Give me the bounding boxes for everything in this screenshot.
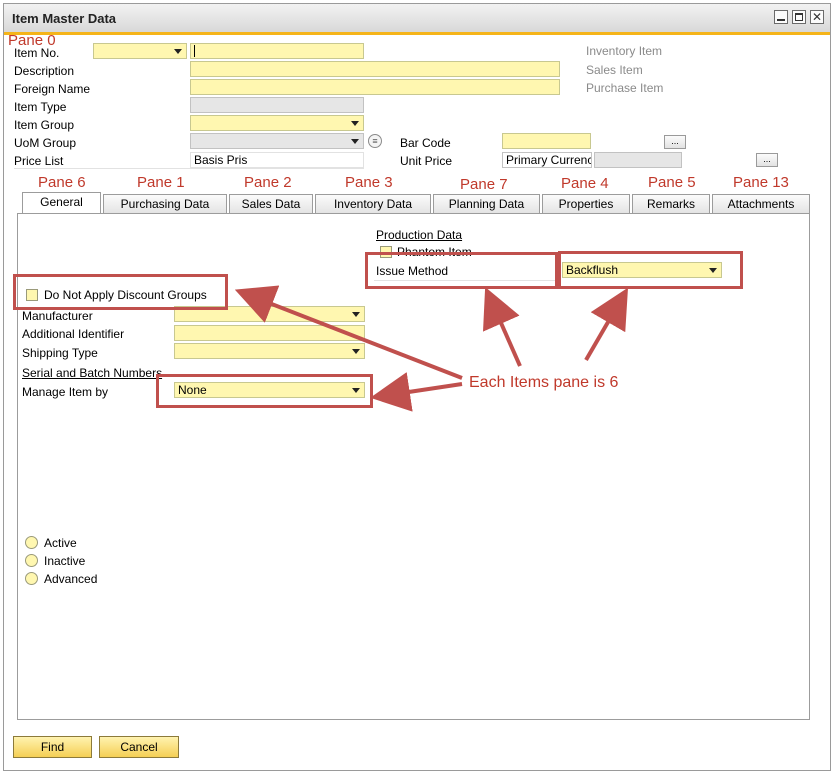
tab-purchasing-data[interactable]: Purchasing Data xyxy=(103,194,227,213)
additional-identifier-input[interactable] xyxy=(174,325,365,341)
tab-purchasing-pane-label: Pane 1 xyxy=(137,174,185,191)
price-list-label: Price List xyxy=(14,154,64,168)
unit-price-input[interactable] xyxy=(594,152,682,168)
foreign-name-label: Foreign Name xyxy=(14,82,91,96)
status-inactive-label: Inactive xyxy=(44,554,86,568)
status-advanced-label: Advanced xyxy=(44,572,98,586)
bar-code-input[interactable] xyxy=(502,133,591,149)
close-icon[interactable]: ✕ xyxy=(810,10,824,24)
uom-group-details-icon[interactable]: ≡ xyxy=(368,134,382,148)
find-button[interactable]: Find xyxy=(13,736,92,758)
tab-remarks[interactable]: Remarks xyxy=(632,194,710,213)
uom-group-dropdown[interactable] xyxy=(190,133,364,149)
status-active-radio[interactable] xyxy=(25,536,38,549)
annotation-box-manage-item xyxy=(156,374,373,408)
inventory-item-label: Inventory Item xyxy=(586,44,663,58)
foreign-name-input[interactable] xyxy=(190,79,560,95)
bar-code-browse-button[interactable]: ... xyxy=(664,135,686,149)
purchase-item-label: Purchase Item xyxy=(586,81,664,95)
serial-batch-label: Serial and Batch Numbers xyxy=(22,366,163,380)
sales-item-label: Sales Item xyxy=(586,63,643,77)
unit-price-currency-field[interactable]: Primary Currenc xyxy=(502,152,592,168)
item-no-input[interactable] xyxy=(190,43,364,59)
unit-price-browse-button[interactable]: ... xyxy=(756,153,778,167)
title-bar[interactable]: Item Master Data ✕ xyxy=(4,4,830,35)
annotation-box-discount xyxy=(13,274,228,310)
description-label: Description xyxy=(14,64,75,78)
shipping-type-dropdown[interactable] xyxy=(174,343,365,359)
tab-properties[interactable]: Properties xyxy=(542,194,630,213)
window-title: Item Master Data xyxy=(12,11,117,26)
additional-identifier-label: Additional Identifier xyxy=(22,327,125,341)
annotation-box-issue-method-label xyxy=(365,252,558,289)
status-inactive-radio[interactable] xyxy=(25,554,38,567)
price-list-value: Basis Pris xyxy=(194,153,248,167)
annotation-text: Each Items pane is 6 xyxy=(469,374,619,391)
tab-general-pane-label: Pane 6 xyxy=(38,174,86,191)
item-no-label: Item No. xyxy=(14,46,60,60)
price-list-field[interactable]: Basis Pris xyxy=(190,152,364,168)
status-active-label: Active xyxy=(44,536,77,550)
annotation-box-issue-method-dropdown xyxy=(558,251,743,289)
uom-group-label: UoM Group xyxy=(14,136,77,150)
item-type-label: Item Type xyxy=(14,100,67,114)
production-data-label: Production Data xyxy=(376,228,463,242)
item-no-series-dropdown[interactable] xyxy=(93,43,187,59)
text-cursor xyxy=(194,45,195,57)
tab-sales-data[interactable]: Sales Data xyxy=(229,194,313,213)
tab-remarks-pane-label: Pane 5 xyxy=(648,174,696,191)
maximize-icon[interactable] xyxy=(792,10,806,24)
shipping-type-label: Shipping Type xyxy=(22,346,98,360)
unit-price-label: Unit Price xyxy=(400,154,453,168)
tab-attachments-pane-label: Pane 13 xyxy=(733,174,789,191)
tab-planning-data[interactable]: Planning Data xyxy=(433,194,540,213)
item-type-field xyxy=(190,97,364,113)
tab-properties-pane-label: Pane 4 xyxy=(561,175,609,192)
tab-attachments[interactable]: Attachments xyxy=(712,194,810,213)
bar-code-label: Bar Code xyxy=(400,136,451,150)
manufacturer-label: Manufacturer xyxy=(22,309,93,323)
tab-inventory-pane-label: Pane 3 xyxy=(345,174,393,191)
tab-planning-pane-label: Pane 7 xyxy=(460,176,508,193)
cancel-button[interactable]: Cancel xyxy=(99,736,179,758)
tab-sales-pane-label: Pane 2 xyxy=(244,174,292,191)
description-input[interactable] xyxy=(190,61,560,77)
header-divider xyxy=(14,168,364,169)
unit-price-currency: Primary Currenc xyxy=(506,153,592,167)
item-group-dropdown[interactable] xyxy=(190,115,364,131)
minimize-icon[interactable] xyxy=(774,10,788,24)
tab-general[interactable]: General xyxy=(22,192,101,214)
tab-inventory-data[interactable]: Inventory Data xyxy=(315,194,431,213)
manage-item-by-label: Manage Item by xyxy=(22,385,109,399)
status-advanced-radio[interactable] xyxy=(25,572,38,585)
item-group-label: Item Group xyxy=(14,118,75,132)
